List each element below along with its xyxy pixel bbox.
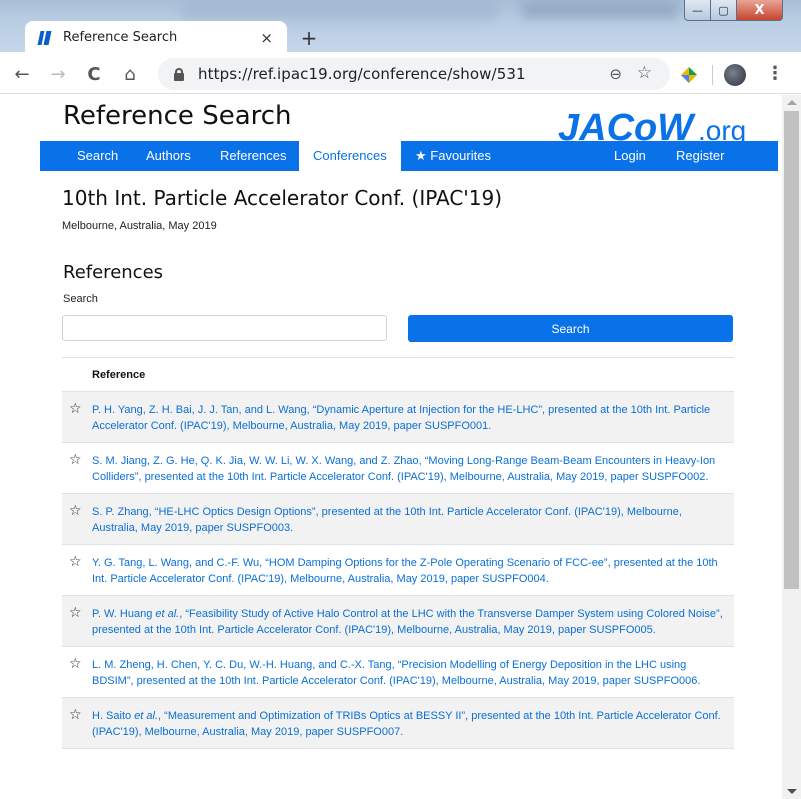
vertical-scrollbar[interactable] bbox=[782, 95, 801, 799]
close-window-button[interactable]: X bbox=[737, 0, 783, 21]
forward-icon[interactable]: → bbox=[46, 62, 70, 86]
reference-link[interactable]: P. W. Huang et al., “Feasibility Study o… bbox=[92, 606, 726, 638]
reference-authors: L. M. Zheng, H. Chen, Y. C. Du, W.-H. Hu… bbox=[92, 659, 398, 671]
jacow-logo[interactable]: JACoW .org bbox=[558, 106, 763, 146]
references-heading: References bbox=[63, 262, 164, 283]
lock-icon bbox=[174, 67, 184, 81]
reference-authors: H. Saito bbox=[92, 710, 135, 722]
favourite-star-icon[interactable]: ☆ bbox=[69, 656, 82, 672]
table-body: ☆ P. H. Yang, Z. H. Bai, J. J. Tan, and L… bbox=[62, 392, 734, 749]
reference-link[interactable]: Y. G. Tang, L. Wang, and C.-F. Wu, “HOM … bbox=[92, 555, 726, 587]
home-icon[interactable]: ⌂ bbox=[118, 62, 142, 86]
reference-authors: P. W. Huang bbox=[92, 608, 156, 620]
reference-etal: et al. bbox=[155, 608, 180, 620]
toolbar-divider bbox=[712, 65, 713, 85]
table-header: Reference bbox=[62, 357, 734, 392]
address-bar[interactable]: https://ref.ipac19.org/conference/show/5… bbox=[158, 58, 670, 90]
menu-icon[interactable]: ⋮ bbox=[766, 63, 784, 84]
conference-title: 10th Int. Particle Accelerator Conf. (IP… bbox=[62, 186, 503, 210]
scrollbar-thumb[interactable] bbox=[784, 111, 799, 589]
reference-authors: Y. G. Tang, L. Wang, and C.-F. Wu, bbox=[92, 557, 266, 569]
reference-link[interactable]: S. M. Jiang, Z. G. He, Q. K. Jia, W. W. … bbox=[92, 453, 726, 485]
reference-details: , “Feasibility Study of Active Halo Cont… bbox=[92, 608, 723, 636]
minimize-button[interactable]: — bbox=[684, 0, 711, 21]
scroll-up-icon[interactable] bbox=[787, 100, 797, 105]
search-button[interactable]: Search bbox=[408, 315, 733, 342]
table-row: ☆ S. M. Jiang, Z. G. He, Q. K. Jia, W. W.… bbox=[62, 443, 734, 494]
nav-register[interactable]: Register bbox=[662, 141, 738, 171]
favourite-star-icon[interactable]: ☆ bbox=[69, 707, 82, 723]
blurred-tab-area bbox=[520, 2, 680, 18]
nav-authors[interactable]: Authors bbox=[132, 141, 205, 171]
back-icon[interactable]: ← bbox=[10, 62, 34, 86]
nav-search[interactable]: Search bbox=[63, 141, 132, 171]
favourite-star-icon[interactable]: ☆ bbox=[69, 452, 82, 468]
search-label: Search bbox=[63, 293, 98, 305]
table-row: ☆ P. H. Yang, Z. H. Bai, J. J. Tan, and L… bbox=[62, 392, 734, 443]
reference-link[interactable]: P. H. Yang, Z. H. Bai, J. J. Tan, and L.… bbox=[92, 402, 726, 434]
tab-close-icon[interactable]: × bbox=[260, 29, 273, 47]
reload-icon[interactable]: C bbox=[82, 62, 106, 86]
nav-favourites-label: Favourites bbox=[430, 148, 491, 163]
url-text: https://ref.ipac19.org/conference/show/5… bbox=[198, 65, 526, 83]
page-viewport: Reference Search JACoW .org Search Autho… bbox=[0, 95, 782, 799]
profile-avatar[interactable] bbox=[724, 64, 746, 86]
table-row: ☆ P. W. Huang et al., “Feasibility Study … bbox=[62, 596, 734, 647]
star-icon: ★ bbox=[415, 148, 427, 163]
reference-link[interactable]: S. P. Zhang, “HE-LHC Optics Design Optio… bbox=[92, 504, 726, 536]
extension-icon[interactable] bbox=[680, 66, 698, 84]
site-header: Reference Search JACoW .org bbox=[63, 101, 763, 146]
browser-tab[interactable]: Reference Search × bbox=[25, 21, 287, 54]
tab-title: Reference Search bbox=[63, 30, 178, 45]
favourite-star-icon[interactable]: ☆ bbox=[69, 503, 82, 519]
favourite-star-icon[interactable]: ☆ bbox=[69, 554, 82, 570]
table-row: ☆ Y. G. Tang, L. Wang, and C.-F. Wu, “HOM… bbox=[62, 545, 734, 596]
references-table: Reference ☆ P. H. Yang, Z. H. Bai, J. J. … bbox=[62, 357, 734, 749]
reference-authors: S. M. Jiang, Z. G. He, Q. K. Jia, W. W. … bbox=[92, 455, 425, 467]
reference-authors: P. H. Yang, Z. H. Bai, J. J. Tan, and L.… bbox=[92, 404, 313, 416]
search-input[interactable] bbox=[62, 315, 387, 341]
browser-toolbar: ← → C ⌂ https://ref.ipac19.org/conferenc… bbox=[0, 54, 801, 94]
scroll-down-icon[interactable] bbox=[787, 789, 797, 794]
reference-authors: S. P. Zhang, bbox=[92, 506, 155, 518]
favourite-star-icon[interactable]: ☆ bbox=[69, 605, 82, 621]
favourite-star-icon[interactable]: ☆ bbox=[69, 401, 82, 417]
nav-login[interactable]: Login bbox=[600, 141, 660, 171]
main-nav: Search Authors References Conferences ★ … bbox=[40, 141, 778, 171]
jacow-favicon-icon bbox=[37, 30, 53, 45]
reference-details: “HE-LHC Optics Design Options”, presente… bbox=[92, 506, 682, 534]
blurred-tab-area bbox=[180, 2, 500, 20]
reference-etal: et al. bbox=[134, 710, 159, 722]
nav-references[interactable]: References bbox=[206, 141, 300, 171]
table-row: ☆ H. Saito et al., “Measurement and Optim… bbox=[62, 698, 734, 749]
nav-conferences[interactable]: Conferences bbox=[299, 141, 401, 171]
reference-link[interactable]: L. M. Zheng, H. Chen, Y. C. Du, W.-H. Hu… bbox=[92, 657, 726, 689]
conference-subtitle: Melbourne, Australia, May 2019 bbox=[62, 220, 217, 232]
table-row: ☆ L. M. Zheng, H. Chen, Y. C. Du, W.-H. H… bbox=[62, 647, 734, 698]
reference-details: , “Measurement and Optimization of TRIBs… bbox=[92, 710, 721, 738]
bookmark-star-icon[interactable]: ☆ bbox=[637, 63, 652, 83]
table-row: ☆ S. P. Zhang, “HE-LHC Optics Design Opti… bbox=[62, 494, 734, 545]
maximize-button[interactable]: ▢ bbox=[711, 0, 737, 21]
nav-favourites[interactable]: ★ Favourites bbox=[401, 141, 505, 171]
zoom-icon[interactable]: ⊖ bbox=[609, 65, 622, 83]
reference-link[interactable]: H. Saito et al., “Measurement and Optimi… bbox=[92, 708, 726, 740]
new-tab-button[interactable]: + bbox=[297, 26, 321, 50]
